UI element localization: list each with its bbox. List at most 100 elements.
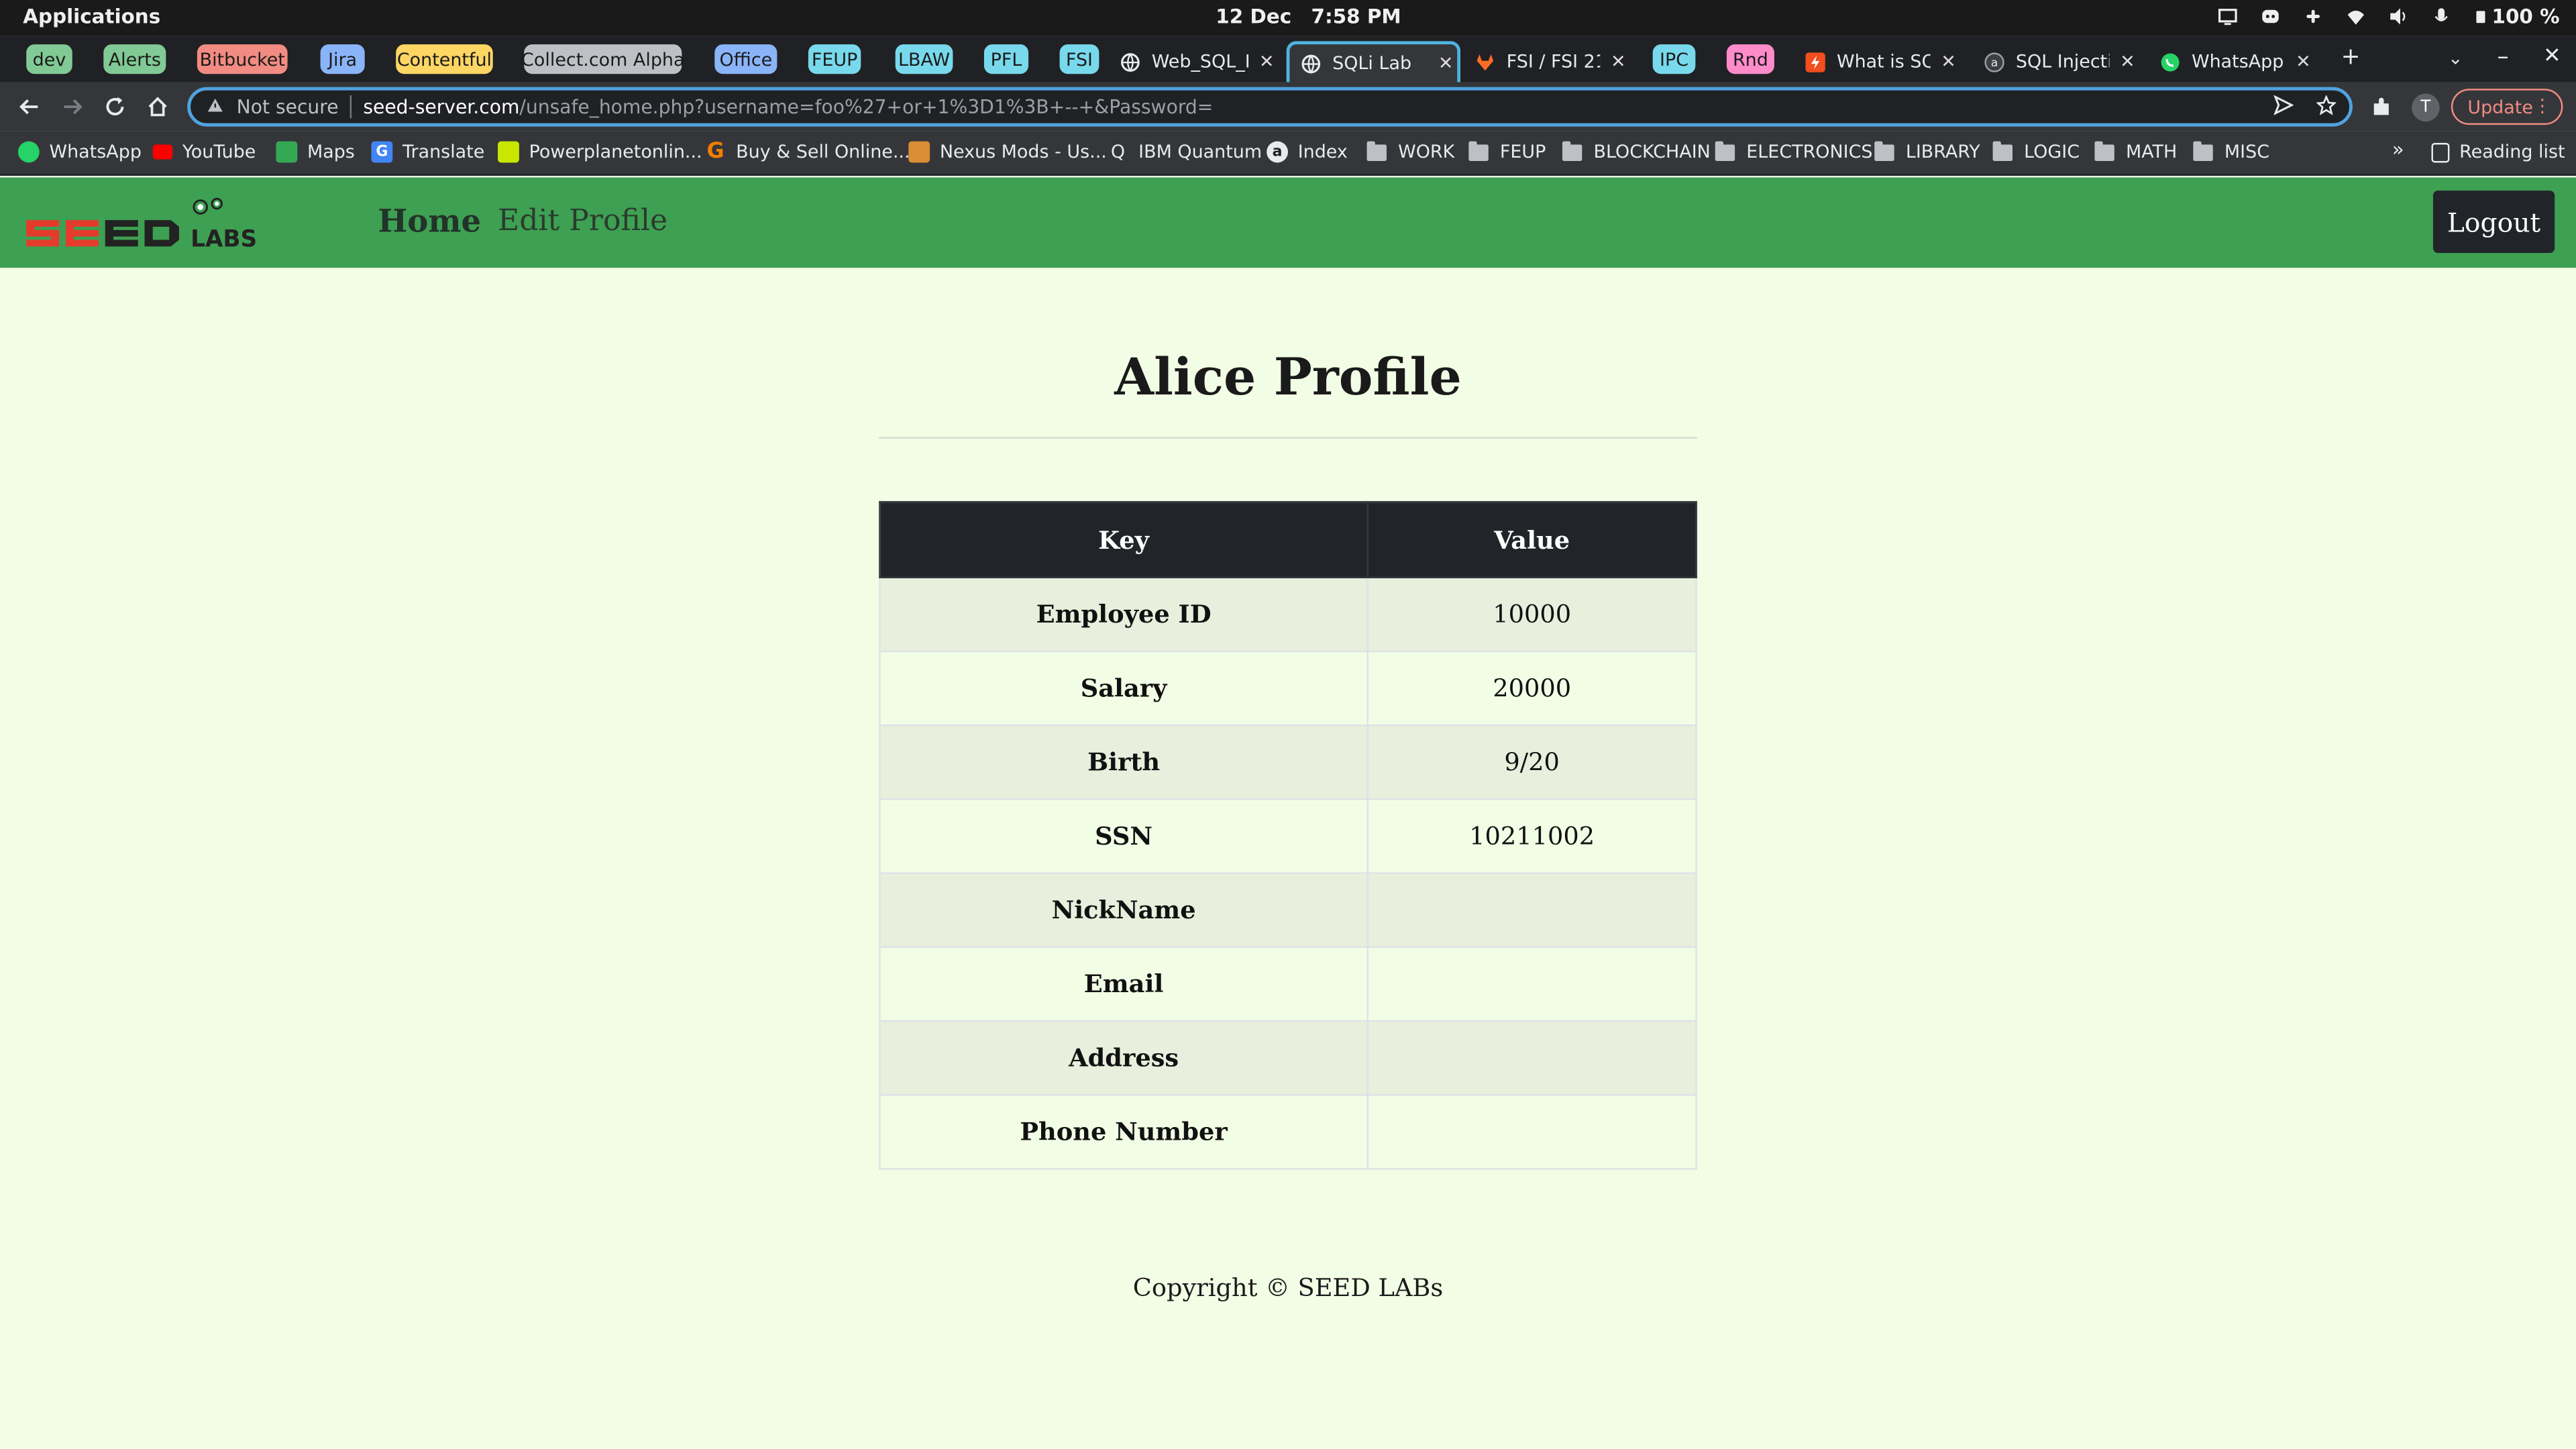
new-tab-icon[interactable]: +	[2341, 44, 2361, 70]
bookmark-index[interactable]: a Index	[1267, 141, 1348, 163]
tab-group-ipc[interactable]: IPC	[1652, 44, 1696, 74]
bookmark-ibm-quantum[interactable]: Q IBM Quantum	[1108, 142, 1262, 163]
logout-button[interactable]: Logout	[2432, 191, 2555, 254]
row-value: 9/20	[1366, 724, 1697, 800]
tab-group-collect[interactable]: Collect.com Alpha	[521, 44, 685, 74]
screen-share-icon[interactable]	[2218, 7, 2237, 26]
wifi-icon[interactable]	[2346, 7, 2365, 26]
volume-icon[interactable]	[2388, 7, 2408, 26]
bookmark-maps[interactable]: Maps	[276, 141, 355, 163]
store-icon	[498, 141, 519, 163]
tab-whatsapp[interactable]: WhatsApp ✕	[2160, 41, 2314, 82]
tab-group-lbaw[interactable]: LBAW	[895, 44, 953, 74]
bookmark-folder-library[interactable]: LIBRARY	[1874, 140, 1980, 162]
update-button[interactable]: Update ⋮	[2451, 89, 2563, 125]
nav-edit-profile-link[interactable]: Edit Profile	[498, 204, 667, 238]
tab-group-feup[interactable]: FEUP	[808, 44, 861, 74]
battery-indicator[interactable]: 100 %	[2474, 5, 2560, 28]
bookmark-label: MATH	[2125, 141, 2178, 163]
tab-group-jira[interactable]: Jira	[320, 44, 365, 74]
tab-close-icon[interactable]: ✕	[1255, 51, 1278, 72]
address-bar[interactable]: Not secure seed-server.com/unsafe_home.p…	[187, 87, 2353, 127]
system-tray: 100 %	[2218, 5, 2560, 28]
bookmarks-overflow-chevron[interactable]: »	[2392, 138, 2404, 161]
bookmark-folder-feup[interactable]: FEUP	[1468, 140, 1546, 162]
omnibox-actions	[2273, 95, 2337, 120]
bookmark-whatsapp[interactable]: WhatsApp	[17, 141, 142, 163]
bookmark-label: Translate	[402, 141, 485, 163]
slack-icon[interactable]	[2303, 7, 2322, 26]
bookmark-powerplanet[interactable]: Powerplanetonlin...	[498, 141, 702, 163]
bookmark-folder-math[interactable]: MATH	[2094, 140, 2178, 163]
index-icon: a	[1267, 141, 1289, 163]
bookmark-folder-work[interactable]: WORK	[1366, 140, 1454, 162]
row-value	[1366, 946, 1697, 1022]
whatsapp-icon	[17, 141, 40, 163]
tab-web-sql[interactable]: Web_SQL_I ✕	[1120, 41, 1278, 82]
back-arrow-icon[interactable]	[16, 94, 42, 120]
tab-group-fsi[interactable]: FSI	[1059, 44, 1099, 74]
tab-sql-injection[interactable]: a SQL Injectio ✕	[1984, 41, 2139, 82]
home-icon[interactable]	[145, 94, 171, 120]
bookmark-label: BLOCKCHAIN	[1593, 141, 1711, 163]
bookmark-folder-misc[interactable]: MISC	[2193, 140, 2269, 162]
reading-list[interactable]: Reading list	[2431, 142, 2565, 162]
column-header-key: Key	[879, 500, 1369, 579]
bookmark-label: Index	[1297, 141, 1348, 163]
system-top-bar: Applications 12 Dec 7:58 PM 100 %	[0, 0, 2576, 36]
tab-search-chevron-icon[interactable]: ⌄	[2448, 48, 2463, 69]
profile-avatar[interactable]: T	[2412, 93, 2440, 122]
tab-close-icon[interactable]: ✕	[1607, 51, 1629, 72]
table-row: Employee ID 10000	[879, 576, 1697, 653]
tab-group-office[interactable]: Office	[714, 44, 777, 74]
close-window-icon[interactable]: ✕	[2543, 44, 2561, 69]
reload-icon[interactable]	[102, 94, 128, 120]
minimize-icon[interactable]: –	[2497, 44, 2508, 70]
profile-table: Key Value Employee ID 10000 Salary 20000 B…	[879, 500, 1697, 1170]
bookmark-buy-sell[interactable]: G Buy & Sell Online...	[705, 140, 910, 164]
bookmark-folder-electronics[interactable]: ELECTRONICS	[1715, 140, 1873, 163]
not-secure-label[interactable]: Not secure	[237, 95, 339, 118]
tab-group-contentful[interactable]: Contentful	[396, 44, 493, 74]
tab-group-rnd[interactable]: Rnd	[1726, 44, 1774, 74]
bookmark-translate[interactable]: G Translate	[371, 141, 485, 163]
tab-close-icon[interactable]: ✕	[2292, 51, 2314, 72]
row-value	[1366, 1094, 1697, 1170]
bookmark-label: Buy & Sell Online...	[736, 141, 910, 163]
tab-close-icon[interactable]: ✕	[1937, 51, 1960, 72]
tab-group-bitbucket[interactable]: Bitbucket	[197, 44, 288, 74]
bookmark-folder-blockchain[interactable]: BLOCKCHAIN	[1562, 140, 1711, 163]
tab-title: FSI / FSI 21-	[1506, 50, 1601, 72]
tab-strip: dev Alerts Bitbucket Jira Contentful Col…	[0, 36, 2576, 83]
table-row: Phone Number	[879, 1094, 1697, 1170]
seed-labs-logo[interactable]: LABS	[23, 194, 292, 260]
discord-icon[interactable]	[2260, 7, 2279, 26]
tab-group-pfl[interactable]: PFL	[983, 44, 1029, 74]
extensions-puzzle-icon[interactable]	[2369, 94, 2395, 120]
warning-icon[interactable]	[207, 95, 223, 118]
row-value: 10211002	[1366, 798, 1697, 874]
row-key: Phone Number	[879, 1094, 1369, 1170]
tab-what-is-sql[interactable]: What is SQL ✕	[1805, 41, 1960, 82]
tab-sqli-lab[interactable]: SQLi Lab ✕	[1286, 41, 1461, 83]
applications-menu[interactable]: Applications	[23, 5, 160, 28]
clock[interactable]: 12 Dec 7:58 PM	[1216, 5, 1401, 28]
row-key: SSN	[879, 798, 1369, 874]
tab-group-dev[interactable]: dev	[26, 44, 72, 74]
microphone-icon[interactable]	[2431, 7, 2451, 26]
nav-home-link[interactable]: Home	[378, 204, 481, 240]
kebab-menu-icon: ⋮	[2533, 95, 2552, 117]
bookmark-folder-logic[interactable]: LOGIC	[1992, 140, 2080, 162]
bookmark-star-icon[interactable]	[2316, 95, 2337, 120]
bookmark-youtube[interactable]: YouTube	[152, 142, 256, 162]
forward-arrow-icon[interactable]	[59, 94, 85, 120]
send-icon[interactable]	[2273, 95, 2294, 120]
url-path: /unsafe_home.php?username=foo%27+or+1%3D…	[519, 95, 1214, 119]
tab-close-icon[interactable]: ✕	[1434, 52, 1457, 74]
bookmark-label: ELECTRONICS	[1746, 141, 1873, 163]
tab-fsi-gitlab[interactable]: FSI / FSI 21- ✕	[1475, 41, 1629, 82]
bookmark-nexus-mods[interactable]: Nexus Mods - Us...	[908, 141, 1107, 163]
tab-group-alerts[interactable]: Alerts	[103, 44, 166, 74]
tab-close-icon[interactable]: ✕	[2116, 51, 2139, 72]
bookmark-label: Maps	[307, 141, 355, 163]
